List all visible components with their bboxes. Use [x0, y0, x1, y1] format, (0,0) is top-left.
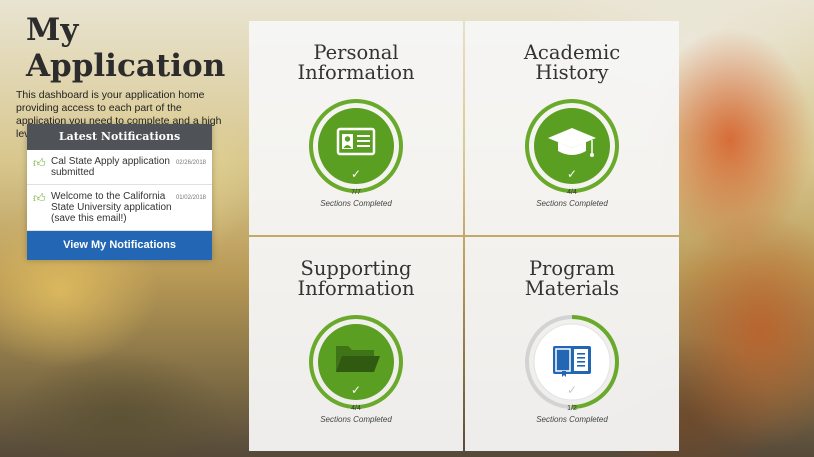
- personal-information-tile[interactable]: Personal Information ✓ 7/7 Sections Comp…: [249, 21, 463, 235]
- program-materials-tile[interactable]: Program Materials ✓ 1/2 Sections Complet…: [465, 237, 679, 451]
- notifications-header: Latest Notifications: [27, 124, 212, 150]
- check-icon: ✓: [566, 167, 578, 181]
- section-count: 4/4: [567, 189, 577, 196]
- sections-completed-label: Sections Completed: [536, 199, 608, 208]
- sections-completed-label: Sections Completed: [320, 415, 392, 424]
- section-count: 7/7: [351, 189, 361, 196]
- notification-item[interactable]: 👍︎ Welcome to the California State Unive…: [27, 185, 212, 231]
- notification-text: Cal State Apply application submitted: [51, 156, 170, 178]
- check-icon: ✓: [350, 167, 362, 181]
- tile-title: Personal Information: [249, 43, 463, 85]
- id-card-icon: [336, 127, 376, 156]
- book-icon: [553, 346, 591, 377]
- tile-title-line2: History: [535, 61, 609, 84]
- tile-title-line2: Information: [297, 61, 415, 84]
- notification-date: 02/26/2018: [175, 160, 206, 166]
- thumbs-up-icon: 👍︎: [33, 191, 46, 205]
- section-count: 4/4: [351, 405, 361, 412]
- view-notifications-button[interactable]: View My Notifications: [27, 231, 212, 260]
- notifications-panel: Latest Notifications 👍︎ Cal State Apply …: [27, 124, 212, 260]
- tile-title: Academic History: [465, 43, 679, 85]
- check-icon: ✓: [566, 383, 578, 397]
- folder-icon: [336, 346, 380, 372]
- graduation-cap-icon: [548, 128, 596, 157]
- tile-title: Supporting Information: [249, 259, 463, 301]
- sections-completed-label: Sections Completed: [320, 199, 392, 208]
- supporting-information-tile[interactable]: Supporting Information ✓ 4/4 Sections Co…: [249, 237, 463, 451]
- sections-completed-label: Sections Completed: [536, 415, 608, 424]
- intro-section: My Application This dashboard is your ap…: [16, 12, 233, 141]
- tile-title-line2: Materials: [524, 277, 620, 300]
- check-icon: ✓: [350, 383, 362, 397]
- thumbs-up-icon: 👍︎: [33, 156, 46, 170]
- notification-date: 01/02/2018: [175, 195, 206, 201]
- page-title: My Application: [26, 12, 226, 84]
- section-count: 1/2: [567, 405, 577, 412]
- tile-title-line2: Information: [297, 277, 415, 300]
- notification-item[interactable]: 👍︎ Cal State Apply application submitted…: [27, 150, 212, 185]
- academic-history-tile[interactable]: Academic History ✓ 4/4 Sections Complete…: [465, 21, 679, 235]
- notification-text: Welcome to the California State Universi…: [51, 191, 172, 224]
- tile-title: Program Materials: [465, 259, 679, 301]
